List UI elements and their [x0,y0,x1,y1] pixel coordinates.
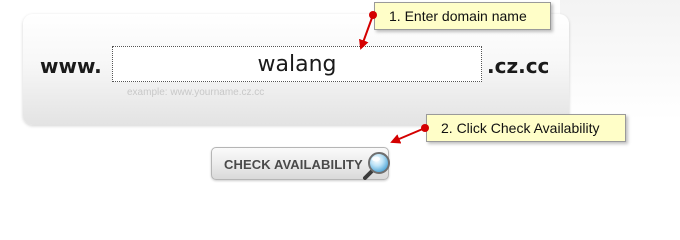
domain-suffix-label: .cz.cc [487,54,550,78]
background-fade [560,0,680,120]
callout-step-1: 1. Enter domain name [374,2,551,30]
callout-step-2: 2. Click Check Availability [426,114,626,142]
callout-step-1-text: 1. Enter domain name [389,8,527,24]
domain-prefix-label: www. [40,54,102,78]
domain-name-input[interactable] [112,46,482,82]
domain-registration-page: www. .cz.cc example: www.yourname.cz.cc … [0,0,680,203]
arrow-to-button [390,124,429,144]
example-hint: example: www.yourname.cz.cc [127,87,265,98]
magnifier-icon [363,152,390,180]
callout-step-2-text: 2. Click Check Availability [441,120,600,136]
check-availability-button[interactable]: CHECK AVAILABILITY [211,147,390,180]
check-availability-label: CHECK AVAILABILITY [224,157,363,172]
